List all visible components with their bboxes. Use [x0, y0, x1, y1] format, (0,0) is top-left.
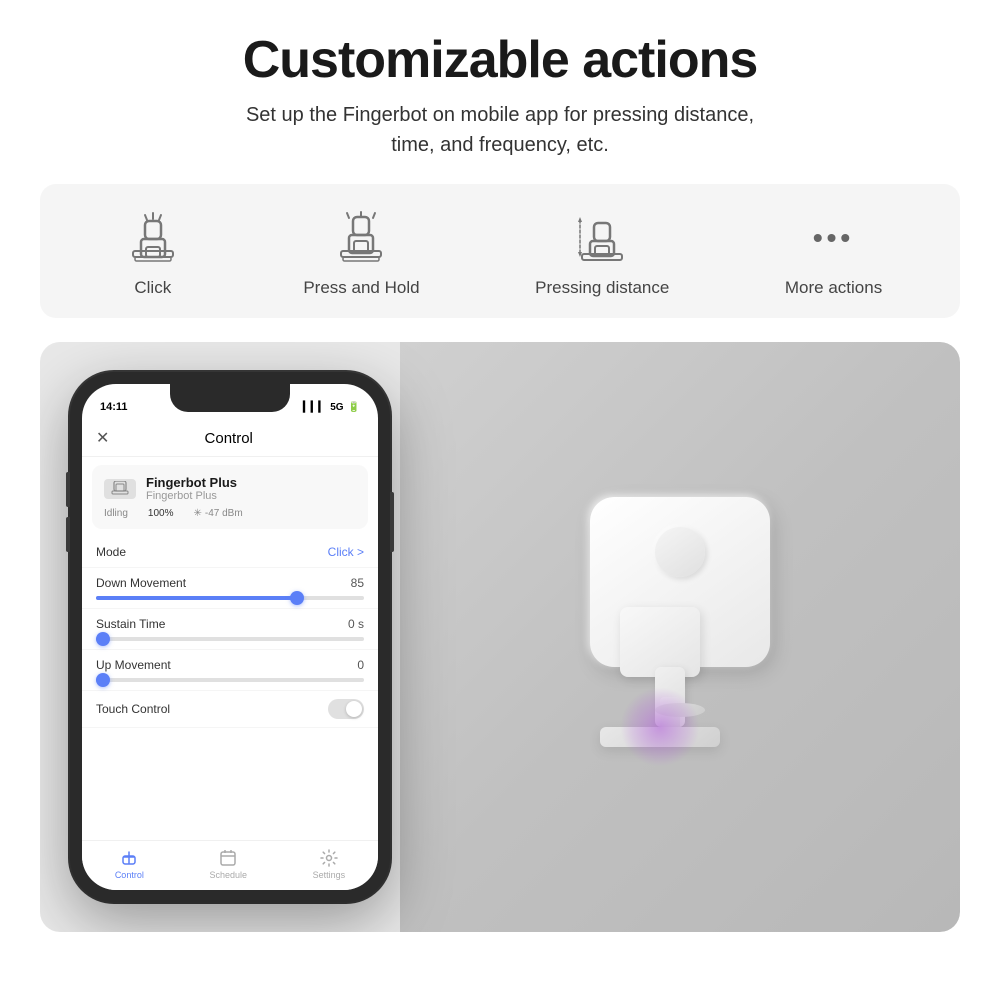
- phone-side-btn-vol-down: [66, 517, 70, 552]
- signal-bars: ▎▎▎: [303, 402, 326, 413]
- down-movement-fill: [96, 596, 297, 600]
- more-actions-label: More actions: [785, 278, 882, 298]
- pressing-distance-icon: [567, 208, 637, 268]
- phone-side-btn-power: [390, 492, 394, 552]
- up-movement-thumb[interactable]: [96, 673, 110, 687]
- stat-battery: 100%: [148, 508, 174, 519]
- nav-control[interactable]: Control: [115, 849, 144, 880]
- sustain-time-row: Sustain Time 0 s: [82, 609, 378, 650]
- nav-control-label: Control: [115, 870, 144, 880]
- phone-side-btn-vol-up: [66, 472, 70, 507]
- main-title: Customizable actions: [243, 30, 758, 90]
- status-time: 14:11: [100, 401, 128, 413]
- up-movement-row: Up Movement 0: [82, 650, 378, 691]
- mode-row[interactable]: Mode Click >: [82, 537, 378, 568]
- click-icon: [118, 208, 188, 268]
- phone-screen: 14:11 ▎▎▎ 5G 🔋 ✕ Control: [82, 384, 378, 890]
- device-card: Fingerbot Plus Fingerbot Plus Idling 100…: [92, 465, 368, 529]
- up-movement-slider[interactable]: [96, 678, 364, 682]
- action-item-click[interactable]: Click: [118, 208, 188, 298]
- device-stats: Idling 100% ✳ -47 dBm: [104, 508, 356, 519]
- status-right: ▎▎▎ 5G 🔋: [303, 402, 360, 413]
- device-name: Fingerbot Plus: [146, 475, 237, 490]
- phone-notch: [170, 384, 290, 412]
- down-movement-thumb[interactable]: [290, 591, 304, 605]
- toggle-thumb: [346, 701, 362, 717]
- battery-icon: 🔋: [348, 402, 360, 413]
- sustain-time-value: 0 s: [348, 617, 364, 631]
- mode-label: Mode: [96, 545, 126, 559]
- stat-signal: ✳ -47 dBm: [193, 508, 242, 519]
- device-info: Fingerbot Plus Fingerbot Plus: [146, 475, 237, 502]
- nav-settings[interactable]: Settings: [313, 849, 346, 880]
- fb-button[interactable]: [655, 527, 705, 577]
- sustain-time-thumb[interactable]: [96, 632, 110, 646]
- phone-container: 14:11 ▎▎▎ 5G 🔋 ✕ Control: [70, 372, 410, 902]
- down-movement-slider[interactable]: [96, 596, 364, 600]
- nav-schedule[interactable]: Schedule: [209, 849, 247, 880]
- action-item-more-actions[interactable]: ••• More actions: [785, 208, 882, 298]
- device-thumbnail: [104, 479, 136, 499]
- device-subtitle: Fingerbot Plus: [146, 490, 237, 502]
- nav-settings-label: Settings: [313, 870, 346, 880]
- nav-schedule-label: Schedule: [209, 870, 247, 880]
- down-movement-value: 85: [351, 576, 364, 590]
- sustain-time-label: Sustain Time: [96, 617, 165, 631]
- down-movement-row: Down Movement 85: [82, 568, 378, 609]
- mode-value: Click >: [328, 545, 364, 559]
- action-item-press-hold[interactable]: Press and Hold: [303, 208, 419, 298]
- app-title: Control: [205, 430, 253, 447]
- subtitle: Set up the Fingerbot on mobile app for p…: [243, 100, 758, 160]
- touch-control-toggle[interactable]: [328, 699, 364, 719]
- more-actions-icon: •••: [799, 208, 869, 268]
- down-movement-label: Down Movement: [96, 576, 186, 590]
- fingerbot-device: [570, 497, 790, 777]
- network-type: 5G: [330, 402, 343, 413]
- device-visual: [400, 342, 960, 932]
- bottom-section: 14:11 ▎▎▎ 5G 🔋 ✕ Control: [40, 342, 960, 932]
- touch-control-row: Touch Control: [82, 691, 378, 728]
- click-label: Click: [134, 278, 171, 298]
- device-card-top: Fingerbot Plus Fingerbot Plus: [104, 475, 356, 502]
- close-button[interactable]: ✕: [96, 428, 109, 448]
- action-item-pressing-distance[interactable]: Pressing distance: [535, 208, 669, 298]
- touch-control-label: Touch Control: [96, 702, 170, 716]
- press-hold-icon: [326, 208, 396, 268]
- fb-glow: [620, 687, 700, 767]
- actions-bar: Click Press and Hold: [40, 184, 960, 318]
- press-hold-label: Press and Hold: [303, 278, 419, 298]
- app-header: ✕ Control: [82, 422, 378, 457]
- sustain-time-slider[interactable]: [96, 637, 364, 641]
- pressing-distance-label: Pressing distance: [535, 278, 669, 298]
- up-movement-value: 0: [357, 658, 364, 672]
- phone-bottom-nav: Control Schedule: [82, 840, 378, 890]
- page: Customizable actions Set up the Fingerbo…: [0, 0, 1000, 1000]
- phone-outer: 14:11 ▎▎▎ 5G 🔋 ✕ Control: [70, 372, 390, 902]
- stat-idling: Idling: [104, 508, 128, 519]
- header-section: Customizable actions Set up the Fingerbo…: [243, 30, 758, 160]
- up-movement-label: Up Movement: [96, 658, 171, 672]
